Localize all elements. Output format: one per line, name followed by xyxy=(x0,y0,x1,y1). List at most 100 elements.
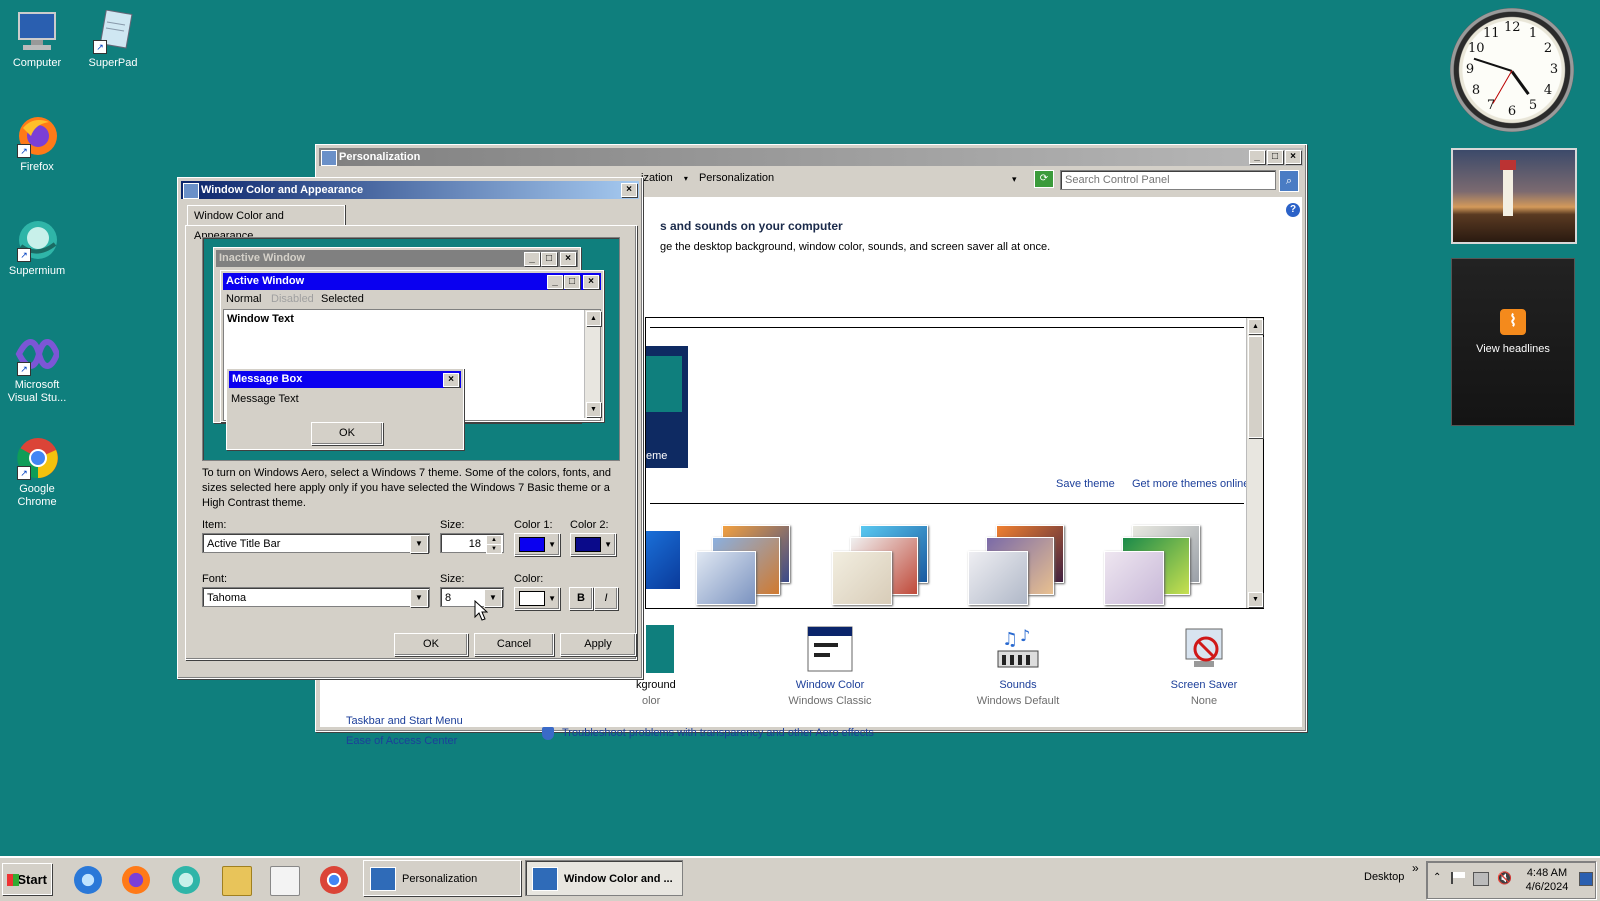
font-color-label: Color: xyxy=(514,573,544,585)
media-player-icon[interactable] xyxy=(270,866,300,896)
show-hidden-icons-icon[interactable]: ⌃ xyxy=(1433,872,1441,883)
font-size-select[interactable]: 8 ▼ xyxy=(440,587,504,607)
desktop-icon-visual-studio[interactable]: ↗ Microsoft Visual Stu... xyxy=(0,332,74,405)
color2-picker[interactable]: ▼ xyxy=(570,533,616,556)
toolbar-chevron-icon[interactable]: » xyxy=(1412,861,1419,875)
desktop-icon-superpad[interactable]: ↗ SuperPad xyxy=(76,9,150,70)
theme-thumb[interactable] xyxy=(830,523,950,607)
clock-gadget[interactable]: 12 1 2 3 4 5 6 7 8 9 10 11 xyxy=(1450,8,1574,132)
slideshow-gadget[interactable] xyxy=(1451,148,1577,244)
close-button[interactable]: × xyxy=(621,183,637,197)
firefox-icon[interactable] xyxy=(122,866,150,894)
breadcrumb-current[interactable]: Personalization xyxy=(699,172,774,184)
minimize-button[interactable]: _ xyxy=(1249,150,1265,164)
volume-muted-icon[interactable]: 🔇 xyxy=(1497,871,1512,885)
search-input[interactable] xyxy=(1060,170,1276,190)
desktop-background-icon xyxy=(646,625,674,673)
scroll-down-icon[interactable]: ▼ xyxy=(1248,592,1263,607)
taskbar-item-window-color[interactable]: Window Color and ... xyxy=(525,860,683,896)
get-more-themes-link[interactable]: Get more themes online xyxy=(1132,478,1249,490)
font-color-picker[interactable]: ▼ xyxy=(514,587,560,610)
tab-window-color[interactable]: Window Color and Appearance xyxy=(187,205,345,242)
desktop-icon-label: SuperPad xyxy=(88,57,138,69)
close-button[interactable]: × xyxy=(1285,150,1301,164)
window-color-appearance-dialog[interactable]: Window Color and Appearance × Window Col… xyxy=(177,177,643,679)
scroll-up-icon[interactable]: ▲ xyxy=(1248,319,1263,334)
theme-tile-selected[interactable]: eme xyxy=(646,346,688,468)
item-size-value: 18 xyxy=(468,538,481,550)
troubleshoot-link[interactable]: Troubleshoot problems with transparency … xyxy=(562,727,874,739)
address-dropdown-icon[interactable]: ▾ xyxy=(1012,174,1017,185)
tray-clock[interactable]: 4:48 AM 4/6/2024 xyxy=(1519,866,1575,894)
taskbar-start-menu-link[interactable]: Taskbar and Start Menu xyxy=(346,715,463,727)
task-label: Personalization xyxy=(402,873,478,885)
search-icon[interactable]: ⌕ xyxy=(1279,170,1299,192)
color1-picker[interactable]: ▼ xyxy=(514,533,560,556)
ok-button[interactable]: OK xyxy=(394,633,468,656)
chevron-down-icon[interactable]: ▼ xyxy=(410,589,428,607)
preview-ok-button[interactable]: OK xyxy=(311,422,383,445)
supermium-icon[interactable] xyxy=(172,866,200,894)
maximize-button[interactable]: □ xyxy=(1267,150,1283,164)
clock-number: 6 xyxy=(1507,104,1517,119)
chevron-down-icon[interactable]: ▼ xyxy=(410,535,428,553)
refresh-icon[interactable]: ⟳ xyxy=(1034,170,1054,188)
preview-menu-disabled[interactable]: Disabled xyxy=(271,293,314,305)
category-sub: None xyxy=(1190,695,1218,707)
clock-number: 8 xyxy=(1471,83,1481,98)
folder-icon[interactable] xyxy=(222,866,252,896)
desktop-icon-chrome[interactable]: ↗ Google Chrome xyxy=(0,436,74,509)
network-icon[interactable] xyxy=(1473,872,1489,886)
breadcrumb-separator-icon[interactable]: ▾ xyxy=(684,174,688,183)
screen-saver-link[interactable]: Screen Saver None xyxy=(1134,625,1274,707)
spin-down-icon[interactable]: ▼ xyxy=(486,544,502,554)
help-icon[interactable]: ? xyxy=(1286,203,1300,217)
notepad-icon: ↗ xyxy=(91,9,135,54)
taskbar-item-personalization[interactable]: Personalization xyxy=(363,860,521,896)
preview-scrollbar[interactable]: ▲ ▼ xyxy=(584,310,601,418)
apply-button[interactable]: Apply xyxy=(560,633,636,656)
bold-toggle[interactable]: B xyxy=(569,587,593,610)
ease-of-access-link[interactable]: Ease of Access Center xyxy=(346,735,457,747)
tab-page: Inactive Window _ □ × Active Window _ □ … xyxy=(185,225,637,660)
desktop-toolbar-label[interactable]: Desktop xyxy=(1364,871,1404,883)
item-select[interactable]: Active Title Bar ▼ xyxy=(202,533,430,553)
scroll-thumb[interactable] xyxy=(1248,336,1263,438)
item-size-label: Size: xyxy=(440,519,465,531)
theme-thumb[interactable] xyxy=(694,523,814,607)
desktop-icon-computer[interactable]: Computer xyxy=(0,10,74,70)
taskbar: Start Personalization Window Color and .… xyxy=(0,856,1600,901)
start-button[interactable]: Start xyxy=(2,863,52,895)
window-color-link[interactable]: Window Color Windows Classic xyxy=(760,625,900,707)
item-size-spinner[interactable]: 18 ▲ ▼ xyxy=(440,533,504,554)
theme-thumb[interactable] xyxy=(1102,523,1222,607)
theme-thumb[interactable] xyxy=(646,531,680,589)
preview-message-box[interactable]: Message Box × Message Text OK xyxy=(226,368,464,450)
themes-scrollbar[interactable]: ▲ ▼ xyxy=(1246,318,1263,608)
breadcrumb[interactable]: ization ▾ Personalization xyxy=(641,172,774,184)
clock-number: 4 xyxy=(1543,83,1553,98)
italic-toggle[interactable]: I xyxy=(594,587,618,610)
cancel-button[interactable]: Cancel xyxy=(474,633,554,656)
sounds-link[interactable]: ♫ ♪ Sounds Windows Default xyxy=(948,625,1088,707)
desktop-icon-supermium[interactable]: ↗ Supermium xyxy=(0,218,74,278)
chrome-icon[interactable] xyxy=(320,866,348,894)
appearance-preview[interactable]: Inactive Window _ □ × Active Window _ □ … xyxy=(202,237,620,461)
themes-list[interactable]: eme Save theme Get more themes online ▲ … xyxy=(645,317,1264,609)
save-theme-link[interactable]: Save theme xyxy=(1056,478,1115,490)
preview-menu-selected[interactable]: Selected xyxy=(321,293,364,305)
title-bar[interactable]: Personalization _ □ × xyxy=(319,148,1303,166)
action-center-flag-icon[interactable] xyxy=(1451,872,1465,884)
desktop-icon-firefox[interactable]: ↗ Firefox xyxy=(0,114,74,174)
lighthouse-image xyxy=(1500,160,1516,216)
theme-thumb[interactable] xyxy=(966,523,1086,607)
title-bar[interactable]: Window Color and Appearance × xyxy=(181,181,639,199)
feed-headlines-gadget[interactable]: ⌇ View headlines xyxy=(1451,258,1575,426)
system-tray: ⌃ 🔇 4:48 AM 4/6/2024 xyxy=(1426,861,1596,899)
show-desktop-icon[interactable] xyxy=(1579,872,1593,886)
preview-menu-normal[interactable]: Normal xyxy=(226,293,261,305)
internet-explorer-icon[interactable] xyxy=(74,866,102,894)
category-label: Window Color xyxy=(795,679,865,691)
breadcrumb-segment[interactable]: ization xyxy=(641,172,673,184)
font-select[interactable]: Tahoma ▼ xyxy=(202,587,430,607)
